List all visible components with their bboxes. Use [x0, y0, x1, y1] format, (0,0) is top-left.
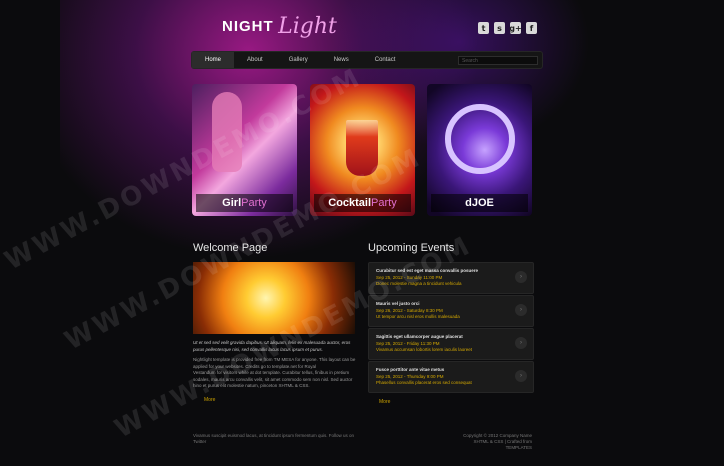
arrow-right-icon[interactable]: › — [515, 271, 527, 283]
main-nav: Home About Gallery News Contact Search — [191, 51, 543, 69]
card-title: dJOE — [465, 197, 494, 209]
arrow-right-icon[interactable]: › — [515, 337, 527, 349]
event-item[interactable]: Sagittis eget ullamcorper augue placerat… — [368, 328, 534, 360]
event-title: Fusce porttitor ante vitae metus — [376, 367, 445, 372]
nav-about[interactable]: About — [234, 52, 276, 68]
social-links: t s g+ f — [478, 22, 537, 34]
events-more-link[interactable]: More — [379, 399, 390, 405]
vinyl-disc-illustration — [445, 104, 515, 174]
site-logo[interactable]: NIGHT Light — [222, 14, 337, 42]
arrow-right-icon[interactable]: › — [515, 370, 527, 382]
card-suffix: Party — [241, 197, 267, 209]
nav-contact[interactable]: Contact — [362, 52, 409, 68]
card-djoe[interactable]: dJOE — [427, 84, 532, 216]
credits-line: XHTML & CSS | Crafted from TEMPLATES — [473, 439, 532, 450]
google-plus-icon[interactable]: g+ — [509, 22, 522, 34]
twitter-icon[interactable]: t — [478, 22, 489, 34]
nav-news[interactable]: News — [321, 52, 362, 68]
event-desc: Ut tempor arcu nisl eros mollis malesuad… — [376, 314, 460, 319]
event-date: Sep 25, 2012 - Friday 11:30 PM — [376, 341, 440, 346]
logo-word-light: Light — [278, 14, 337, 39]
event-desc: Vivamus accumsan lobortis lorem iaculis … — [376, 347, 472, 352]
logo-word-night: NIGHT — [222, 18, 274, 35]
card-suffix: Party — [371, 197, 397, 209]
footer-copyright: Copyright © 2012 Company Name XHTML & CS… — [450, 433, 532, 451]
card-caption: GirlParty — [196, 194, 293, 212]
search-input[interactable]: Search — [458, 55, 538, 65]
event-date: Sep 26, 2012 - Saturday 8:30 PM — [376, 308, 443, 313]
event-desc: Phasellus convallis placerat eros sed co… — [376, 380, 472, 385]
nav-home[interactable]: Home — [192, 52, 235, 68]
footer-text: Vivamus suscipit euismod lacus, at tinci… — [193, 433, 354, 444]
event-date: Sep 25, 2012 - Thursday 9:00 PM — [376, 374, 444, 379]
event-title: Sagittis eget ullamcorper augue placerat — [376, 334, 463, 339]
facebook-icon[interactable]: f — [526, 22, 537, 34]
arrow-right-icon[interactable]: › — [515, 304, 527, 316]
nav-gallery[interactable]: Gallery — [276, 52, 321, 68]
card-title: Girl — [222, 197, 242, 209]
skype-icon[interactable]: s — [494, 22, 505, 34]
card-caption: dJOE — [431, 194, 528, 212]
event-item[interactable]: Fusce porttitor ante vitae metus Sep 25,… — [368, 361, 534, 393]
